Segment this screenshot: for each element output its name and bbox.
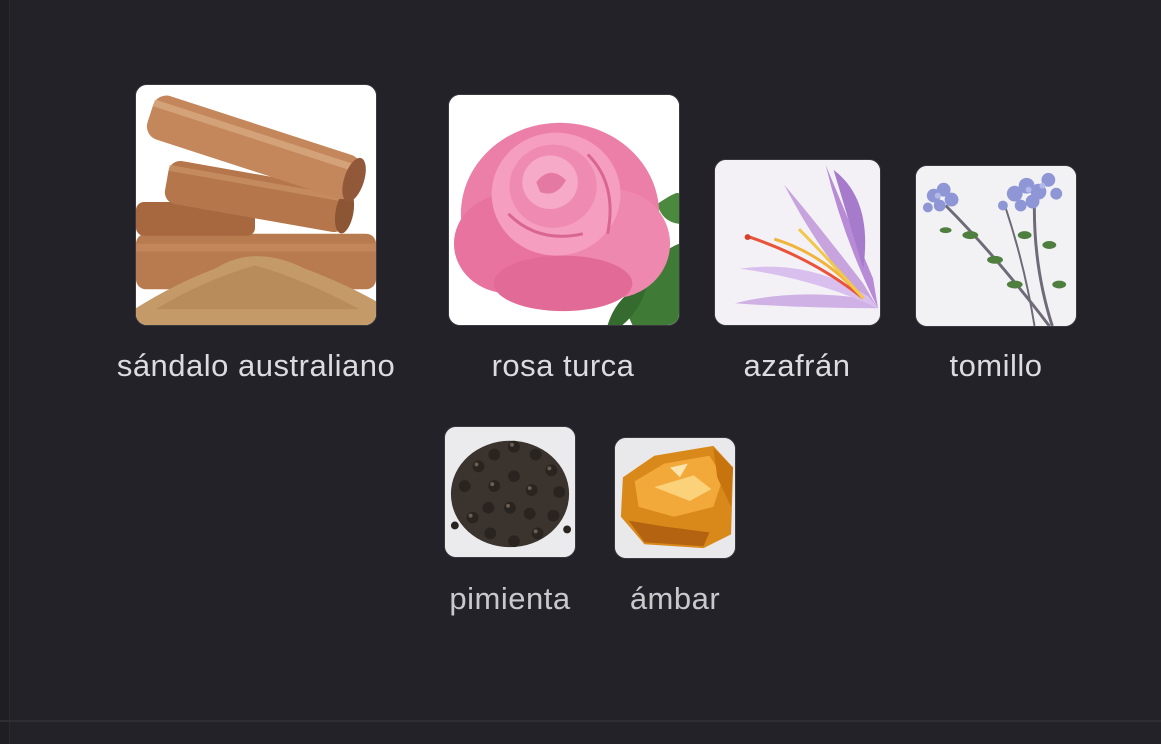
note-label: rosa turca: [491, 348, 635, 383]
bottom-divider: [0, 720, 1161, 722]
black-pepper-image: [444, 426, 576, 558]
note-label: azafrán: [743, 348, 851, 383]
thyme-image: [915, 165, 1077, 327]
rose-image: [448, 94, 680, 326]
sandalwood-image: [135, 84, 377, 326]
note-label: tomillo: [949, 348, 1043, 383]
amber-resin-image: [614, 437, 736, 559]
note-label: sándalo australiano: [116, 348, 396, 383]
note-label: ámbar: [629, 581, 721, 616]
left-panel-edge: [0, 0, 10, 744]
saffron-flower-image: [714, 159, 881, 326]
note-label: pimienta: [449, 581, 571, 616]
